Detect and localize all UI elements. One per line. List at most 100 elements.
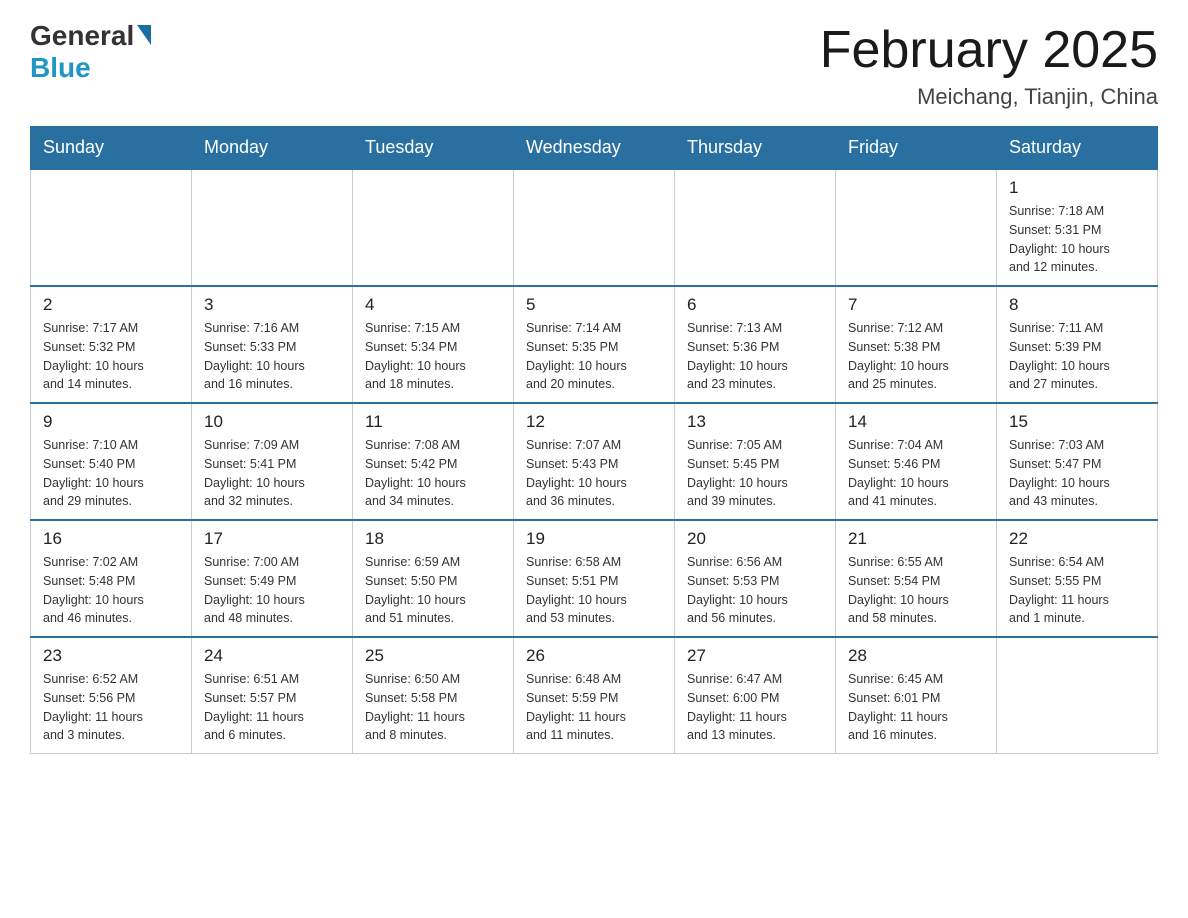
day-number: 28 [848,646,984,666]
calendar-cell: 23 Sunrise: 6:52 AM Sunset: 5:56 PM Dayli… [31,637,192,754]
logo-general-text: General [30,20,151,52]
calendar-cell [192,169,353,286]
day-info: Sunrise: 6:50 AM Sunset: 5:58 PM Dayligh… [365,670,501,745]
day-number: 1 [1009,178,1145,198]
day-number: 19 [526,529,662,549]
day-info: Sunrise: 7:07 AM Sunset: 5:43 PM Dayligh… [526,436,662,511]
day-number: 27 [687,646,823,666]
day-info: Sunrise: 7:05 AM Sunset: 5:45 PM Dayligh… [687,436,823,511]
calendar-title: February 2025 [820,20,1158,80]
calendar-cell: 12 Sunrise: 7:07 AM Sunset: 5:43 PM Dayli… [514,403,675,520]
logo: General Blue [30,20,151,84]
calendar-cell: 20 Sunrise: 6:56 AM Sunset: 5:53 PM Dayli… [675,520,836,637]
day-info: Sunrise: 6:56 AM Sunset: 5:53 PM Dayligh… [687,553,823,628]
calendar-cell: 18Sunrise: 6:59 AM Sunset: 5:50 PM Dayli… [353,520,514,637]
calendar-cell: 3Sunrise: 7:16 AM Sunset: 5:33 PM Daylig… [192,286,353,403]
day-info: Sunrise: 6:52 AM Sunset: 5:56 PM Dayligh… [43,670,179,745]
day-number: 20 [687,529,823,549]
calendar-cell: 9Sunrise: 7:10 AM Sunset: 5:40 PM Daylig… [31,403,192,520]
day-info: Sunrise: 7:02 AM Sunset: 5:48 PM Dayligh… [43,553,179,628]
calendar-cell [997,637,1158,754]
calendar-cell [836,169,997,286]
day-number: 10 [204,412,340,432]
calendar-cell: 13 Sunrise: 7:05 AM Sunset: 5:45 PM Dayli… [675,403,836,520]
day-info: Sunrise: 7:03 AM Sunset: 5:47 PM Dayligh… [1009,436,1145,511]
day-header-monday: Monday [192,127,353,170]
calendar-cell: 7Sunrise: 7:12 AM Sunset: 5:38 PM Daylig… [836,286,997,403]
day-number: 25 [365,646,501,666]
calendar-cell: 6Sunrise: 7:13 AM Sunset: 5:36 PM Daylig… [675,286,836,403]
day-info: Sunrise: 6:58 AM Sunset: 5:51 PM Dayligh… [526,553,662,628]
day-info: Sunrise: 7:08 AM Sunset: 5:42 PM Dayligh… [365,436,501,511]
calendar-cell: 16 Sunrise: 7:02 AM Sunset: 5:48 PM Dayli… [31,520,192,637]
days-header-row: SundayMondayTuesdayWednesdayThursdayFrid… [31,127,1158,170]
day-number: 11 [365,412,501,432]
calendar-cell: 4Sunrise: 7:15 AM Sunset: 5:34 PM Daylig… [353,286,514,403]
day-number: 4 [365,295,501,315]
calendar-cell: 22 Sunrise: 6:54 AM Sunset: 5:55 PM Dayli… [997,520,1158,637]
day-number: 6 [687,295,823,315]
calendar-cell: 25 Sunrise: 6:50 AM Sunset: 5:58 PM Dayli… [353,637,514,754]
week-row-1: 1 Sunrise: 7:18 AM Sunset: 5:31 PM Daylig… [31,169,1158,286]
calendar-cell [675,169,836,286]
day-info: Sunrise: 7:18 AM Sunset: 5:31 PM Dayligh… [1009,202,1145,277]
calendar-cell: 21 Sunrise: 6:55 AM Sunset: 5:54 PM Dayli… [836,520,997,637]
week-row-4: 16 Sunrise: 7:02 AM Sunset: 5:48 PM Dayli… [31,520,1158,637]
day-number: 8 [1009,295,1145,315]
calendar-cell: 28 Sunrise: 6:45 AM Sunset: 6:01 PM Dayli… [836,637,997,754]
calendar-cell: 10 Sunrise: 7:09 AM Sunset: 5:41 PM Dayli… [192,403,353,520]
day-number: 18 [365,529,501,549]
day-number: 23 [43,646,179,666]
day-info: Sunrise: 6:54 AM Sunset: 5:55 PM Dayligh… [1009,553,1145,628]
day-number: 26 [526,646,662,666]
day-info: Sunrise: 6:55 AM Sunset: 5:54 PM Dayligh… [848,553,984,628]
calendar-cell: 8Sunrise: 7:11 AM Sunset: 5:39 PM Daylig… [997,286,1158,403]
calendar-cell: 24 Sunrise: 6:51 AM Sunset: 5:57 PM Dayli… [192,637,353,754]
calendar-cell: 5 Sunrise: 7:14 AM Sunset: 5:35 PM Daylig… [514,286,675,403]
day-info: Sunrise: 7:17 AM Sunset: 5:32 PM Dayligh… [43,319,179,394]
day-number: 12 [526,412,662,432]
day-number: 15 [1009,412,1145,432]
day-number: 2 [43,295,179,315]
day-info: Sunrise: 7:04 AM Sunset: 5:46 PM Dayligh… [848,436,984,511]
day-number: 17 [204,529,340,549]
logo-arrow-icon [137,25,151,45]
logo-blue-text: Blue [30,52,91,84]
day-number: 5 [526,295,662,315]
day-info: Sunrise: 7:14 AM Sunset: 5:35 PM Dayligh… [526,319,662,394]
day-number: 21 [848,529,984,549]
week-row-5: 23 Sunrise: 6:52 AM Sunset: 5:56 PM Dayli… [31,637,1158,754]
week-row-3: 9Sunrise: 7:10 AM Sunset: 5:40 PM Daylig… [31,403,1158,520]
day-header-thursday: Thursday [675,127,836,170]
day-header-friday: Friday [836,127,997,170]
day-header-wednesday: Wednesday [514,127,675,170]
calendar-cell: 27 Sunrise: 6:47 AM Sunset: 6:00 PM Dayli… [675,637,836,754]
day-info: Sunrise: 7:16 AM Sunset: 5:33 PM Dayligh… [204,319,340,394]
week-row-2: 2 Sunrise: 7:17 AM Sunset: 5:32 PM Daylig… [31,286,1158,403]
calendar-cell: 1 Sunrise: 7:18 AM Sunset: 5:31 PM Daylig… [997,169,1158,286]
day-info: Sunrise: 7:00 AM Sunset: 5:49 PM Dayligh… [204,553,340,628]
calendar-table: SundayMondayTuesdayWednesdayThursdayFrid… [30,126,1158,754]
day-number: 9 [43,412,179,432]
day-number: 22 [1009,529,1145,549]
calendar-cell: 17 Sunrise: 7:00 AM Sunset: 5:49 PM Dayli… [192,520,353,637]
day-number: 14 [848,412,984,432]
logo-general-label: General [30,20,134,52]
day-number: 16 [43,529,179,549]
calendar-cell: 15 Sunrise: 7:03 AM Sunset: 5:47 PM Dayli… [997,403,1158,520]
day-number: 24 [204,646,340,666]
day-header-tuesday: Tuesday [353,127,514,170]
day-info: Sunrise: 6:51 AM Sunset: 5:57 PM Dayligh… [204,670,340,745]
calendar-cell [31,169,192,286]
calendar-cell: 26 Sunrise: 6:48 AM Sunset: 5:59 PM Dayli… [514,637,675,754]
day-info: Sunrise: 6:47 AM Sunset: 6:00 PM Dayligh… [687,670,823,745]
day-number: 13 [687,412,823,432]
title-block: February 2025 Meichang, Tianjin, China [820,20,1158,110]
day-info: Sunrise: 7:09 AM Sunset: 5:41 PM Dayligh… [204,436,340,511]
page-header: General Blue February 2025 Meichang, Tia… [30,20,1158,110]
day-info: Sunrise: 6:48 AM Sunset: 5:59 PM Dayligh… [526,670,662,745]
day-info: Sunrise: 7:12 AM Sunset: 5:38 PM Dayligh… [848,319,984,394]
calendar-cell [353,169,514,286]
day-info: Sunrise: 6:45 AM Sunset: 6:01 PM Dayligh… [848,670,984,745]
calendar-subtitle: Meichang, Tianjin, China [820,84,1158,110]
